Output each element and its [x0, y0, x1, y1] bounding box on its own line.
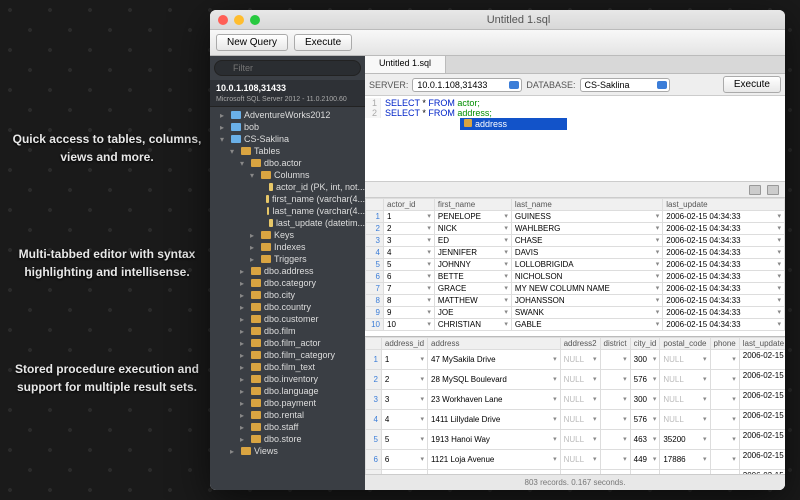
toolbar: New Query Execute [210, 30, 785, 56]
zoom-icon[interactable] [250, 15, 260, 25]
table-actor[interactable]: ▾dbo.actor [210, 157, 365, 169]
result-toolbar [365, 182, 785, 198]
promo-text-2: Multi-tabbed editor with syntax highligh… [12, 245, 202, 281]
table-city[interactable]: ▸dbo.city [210, 289, 365, 301]
execute-button-2[interactable]: Execute [723, 76, 781, 93]
result-grid-2[interactable]: address_idaddressaddress2districtcity_id… [365, 337, 785, 475]
folder-triggers[interactable]: ▸Triggers [210, 253, 365, 265]
table-row[interactable]: 551913 Hanoi WayNULL463352002006-02-15 0… [366, 429, 786, 449]
table-row[interactable]: 441411 Lillydale DriveNULL576NULL2006-02… [366, 409, 786, 429]
app-window: Untitled 1.sql New Query Execute 10.0.1.… [210, 10, 785, 490]
table-store[interactable]: ▸dbo.store [210, 433, 365, 445]
table-row[interactable]: 99JOESWANK2006-02-15 04:34:33 [366, 307, 785, 319]
table-film_actor[interactable]: ▸dbo.film_actor [210, 337, 365, 349]
table-category[interactable]: ▸dbo.category [210, 277, 365, 289]
result-grid-1[interactable]: actor_idfirst_namelast_namelast_update11… [365, 198, 785, 337]
table-row[interactable]: 11PENELOPEGUINESS2006-02-15 04:34:33 [366, 211, 785, 223]
table-row[interactable]: 1010CHRISTIANGABLE2006-02-15 04:34:33 [366, 319, 785, 331]
result-icon-2[interactable] [767, 185, 779, 195]
table-row[interactable]: 77GRACEMY NEW COLUMN NAME2006-02-15 04:3… [366, 283, 785, 295]
filter-input[interactable] [214, 60, 361, 76]
table-customer[interactable]: ▸dbo.customer [210, 313, 365, 325]
table-rental[interactable]: ▸dbo.rental [210, 409, 365, 421]
table-row[interactable]: 88MATTHEWJOHANSSON2006-02-15 04:34:33 [366, 295, 785, 307]
sql-editor[interactable]: 1SELECT * FROM actor; 2SELECT * FROM add… [365, 96, 785, 182]
editor-tab[interactable]: Untitled 1.sql [365, 56, 446, 73]
titlebar: Untitled 1.sql [210, 10, 785, 30]
table-row[interactable]: 66BETTENICHOLSON2006-02-15 04:34:33 [366, 271, 785, 283]
minimize-icon[interactable] [234, 15, 244, 25]
table-row[interactable]: 33EDCHASE2006-02-15 04:34:33 [366, 235, 785, 247]
folder-keys[interactable]: ▸Keys [210, 229, 365, 241]
table-payment[interactable]: ▸dbo.payment [210, 397, 365, 409]
sidebar: 10.0.1.108,31433 Microsoft SQL Server 20… [210, 56, 365, 490]
connection-bar: SERVER: 10.0.1.108,31433 DATABASE: CS-Sa… [365, 74, 785, 96]
db-cs-saklina[interactable]: ▾CS-Saklina [210, 133, 365, 145]
folder-columns[interactable]: ▾Columns [210, 169, 365, 181]
table-staff[interactable]: ▸dbo.staff [210, 421, 365, 433]
server-select[interactable]: 10.0.1.108,31433 [412, 78, 522, 92]
promo-text-1: Quick access to tables, columns, views a… [12, 130, 202, 166]
table-row[interactable]: 3323 Workhaven LaneNULL300NULL2006-02-15… [366, 389, 786, 409]
table-language[interactable]: ▸dbo.language [210, 385, 365, 397]
table-row[interactable]: 22NICKWAHLBERG2006-02-15 04:34:33 [366, 223, 785, 235]
table-country[interactable]: ▸dbo.country [210, 301, 365, 313]
table-film[interactable]: ▸dbo.film [210, 325, 365, 337]
column-2[interactable]: last_name (varchar(4... [210, 205, 365, 217]
close-icon[interactable] [218, 15, 228, 25]
folder-tables[interactable]: ▾Tables [210, 145, 365, 157]
table-icon [464, 119, 472, 127]
server-header[interactable]: 10.0.1.108,31433 Microsoft SQL Server 20… [210, 80, 365, 107]
folder-indexes[interactable]: ▸Indexes [210, 241, 365, 253]
autocomplete-popup[interactable]: address [460, 118, 567, 130]
server-label: SERVER: [369, 80, 408, 90]
table-film_category[interactable]: ▸dbo.film_category [210, 349, 365, 361]
window-title: Untitled 1.sql [260, 14, 777, 26]
column-0[interactable]: actor_id (PK, int, not... [210, 181, 365, 193]
db-bob[interactable]: ▸bob [210, 121, 365, 133]
table-row[interactable]: 661121 Loja AvenueNULL449178862006-02-15… [366, 449, 786, 469]
column-3[interactable]: last_update (datetim... [210, 217, 365, 229]
new-query-button[interactable]: New Query [216, 34, 288, 51]
table-film_text[interactable]: ▸dbo.film_text [210, 361, 365, 373]
database-label: DATABASE: [526, 80, 575, 90]
status-bar: 803 records. 0.167 seconds. [365, 474, 785, 490]
execute-button[interactable]: Execute [294, 34, 352, 51]
database-select[interactable]: CS-Saklina [580, 78, 670, 92]
table-row[interactable]: 1147 MySakila DriveNULL300NULL2006-02-15… [366, 349, 786, 369]
table-row[interactable]: 55JOHNNYLOLLOBRIGIDA2006-02-15 04:34:33 [366, 259, 785, 271]
result-icon-1[interactable] [749, 185, 761, 195]
folder-views[interactable]: ▸Views [210, 445, 365, 457]
db-adventureworks[interactable]: ▸AdventureWorks2012 [210, 109, 365, 121]
promo-text-3: Stored procedure execution and support f… [12, 360, 202, 396]
table-row[interactable]: 44JENNIFERDAVIS2006-02-15 04:34:33 [366, 247, 785, 259]
table-row[interactable]: 2228 MySQL BoulevardNULL576NULL2006-02-1… [366, 369, 786, 389]
table-address[interactable]: ▸dbo.address [210, 265, 365, 277]
column-1[interactable]: first_name (varchar(4... [210, 193, 365, 205]
table-inventory[interactable]: ▸dbo.inventory [210, 373, 365, 385]
